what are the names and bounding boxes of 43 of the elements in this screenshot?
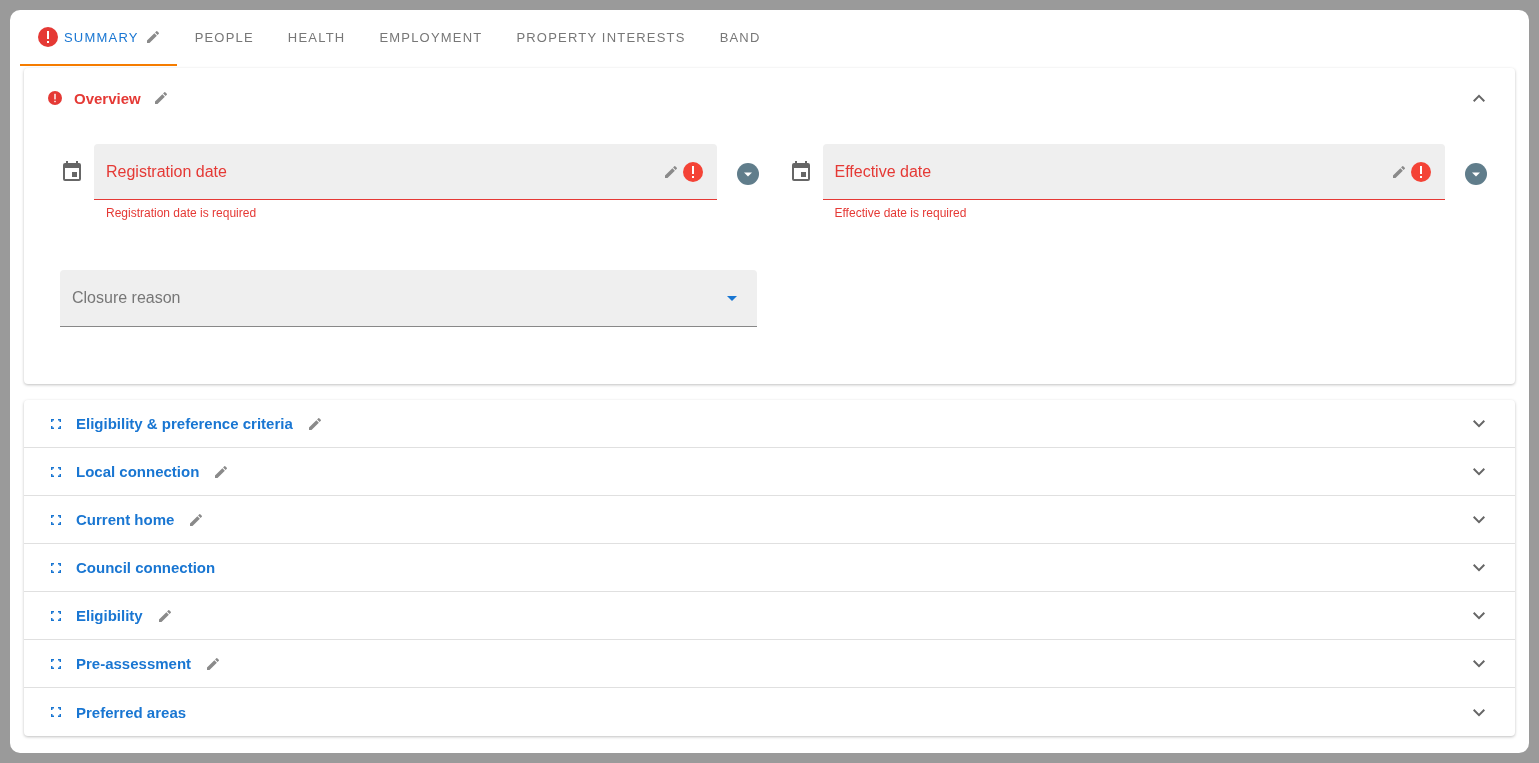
closure-reason-select[interactable]: Closure reason (60, 270, 757, 327)
expand-icon (50, 417, 62, 430)
section-row[interactable]: Eligibility & preference criteria (24, 400, 1515, 448)
section-title: Council connection (76, 559, 216, 576)
tab[interactable]: EMPLOYMENT (361, 10, 499, 66)
section-title: Local connection (76, 463, 200, 480)
section-title[interactable]: Overview (74, 89, 141, 107)
pencil-icon (662, 163, 679, 180)
tab[interactable]: HEALTH (269, 10, 362, 66)
dropdown-icon[interactable] (736, 163, 759, 185)
expand-icon (50, 561, 62, 574)
dropdown-icon[interactable] (1465, 163, 1487, 185)
date-field[interactable]: Effective date (822, 144, 1445, 200)
calendar-icon[interactable] (60, 160, 84, 184)
expand-icon (50, 513, 62, 526)
tab[interactable]: BAND (701, 10, 777, 66)
tab[interactable]: PEOPLE (176, 10, 270, 66)
error-icon (682, 161, 703, 182)
caret-icon (727, 295, 737, 301)
expand-icon (50, 657, 62, 670)
expand-icon (50, 609, 62, 622)
pencil-icon (1391, 163, 1407, 180)
section-title: Current home (76, 511, 175, 528)
section-row[interactable]: Eligibility (24, 592, 1515, 640)
error-icon (38, 27, 58, 47)
error-message: Registration date is required (105, 205, 258, 222)
section-title: Preferred areas (76, 703, 187, 721)
section-row[interactable]: Preferred areas (24, 688, 1515, 736)
date-field[interactable]: Registration date (94, 144, 717, 200)
section-title: Pre-assessment (76, 655, 192, 672)
tab[interactable]: PROPERTY INTERESTS (498, 10, 702, 66)
expand-icon (50, 706, 62, 718)
section-row[interactable]: Council connection (24, 544, 1515, 592)
chevron-icon[interactable] (1473, 93, 1485, 103)
section-row[interactable]: Current home (24, 496, 1515, 544)
expand-icon (50, 465, 62, 478)
section-row[interactable]: Pre-assessment (24, 640, 1515, 688)
section-title: Eligibility (76, 607, 143, 624)
section-row[interactable]: Local connection (24, 448, 1515, 496)
tab[interactable]: SUMMARY (20, 10, 177, 66)
error-message: Effective date is required (833, 205, 968, 222)
error-icon (1411, 161, 1431, 182)
section-title: Eligibility & preference criteria (76, 415, 293, 432)
